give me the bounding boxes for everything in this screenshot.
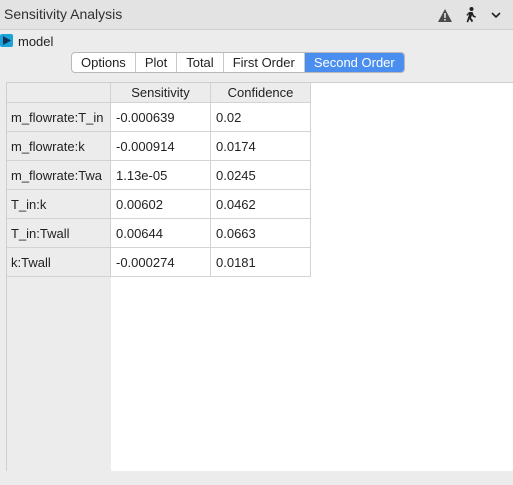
tab-plot[interactable]: Plot [136, 53, 178, 72]
title-bar: Sensitivity Analysis [0, 0, 513, 30]
column-header-sensitivity[interactable]: Sensitivity [111, 83, 211, 103]
table-corner[interactable] [7, 83, 111, 103]
row-header[interactable]: k:Twall [7, 248, 111, 277]
sensitivity-cell[interactable]: -0.000274 [111, 248, 211, 277]
sensitivity-cell[interactable]: 0.00644 [111, 219, 211, 248]
tab-first-order[interactable]: First Order [224, 53, 305, 72]
row-header[interactable]: T_in:Twall [7, 219, 111, 248]
confidence-cell[interactable]: 0.0174 [211, 132, 311, 161]
tab-options[interactable]: Options [72, 53, 136, 72]
row-header[interactable]: m_flowrate:T_in [7, 103, 111, 132]
sensitivity-cell[interactable]: 1.13e-05 [111, 161, 211, 190]
row-header[interactable]: m_flowrate:k [7, 132, 111, 161]
row-header[interactable]: m_flowrate:Twa [7, 161, 111, 190]
model-label: model [18, 34, 54, 49]
sensitivity-cell[interactable]: 0.00602 [111, 190, 211, 219]
run-icon[interactable] [462, 7, 478, 23]
confidence-cell[interactable]: 0.0462 [211, 190, 311, 219]
window-title: Sensitivity Analysis [4, 6, 123, 22]
chevron-down-icon[interactable] [488, 7, 504, 23]
row-header[interactable]: T_in:k [7, 190, 111, 219]
model-tree-item[interactable]: model [0, 32, 300, 52]
tab-total[interactable]: Total [177, 53, 224, 72]
confidence-cell[interactable]: 0.0181 [211, 248, 311, 277]
results-table[interactable]: Sensitivity Confidence m_flowrate:T_in -… [6, 82, 513, 471]
sensitivity-cell[interactable]: -0.000639 [111, 103, 211, 132]
tab-second-order[interactable]: Second Order [304, 53, 404, 72]
model-icon [0, 34, 13, 47]
tab-bar: Options Plot Total First Order Second Or… [71, 52, 405, 73]
warning-icon[interactable] [437, 7, 453, 23]
confidence-cell[interactable]: 0.02 [211, 103, 311, 132]
sensitivity-cell[interactable]: -0.000914 [111, 132, 211, 161]
confidence-cell[interactable]: 0.0245 [211, 161, 311, 190]
confidence-cell[interactable]: 0.0663 [211, 219, 311, 248]
column-header-confidence[interactable]: Confidence [211, 83, 311, 103]
